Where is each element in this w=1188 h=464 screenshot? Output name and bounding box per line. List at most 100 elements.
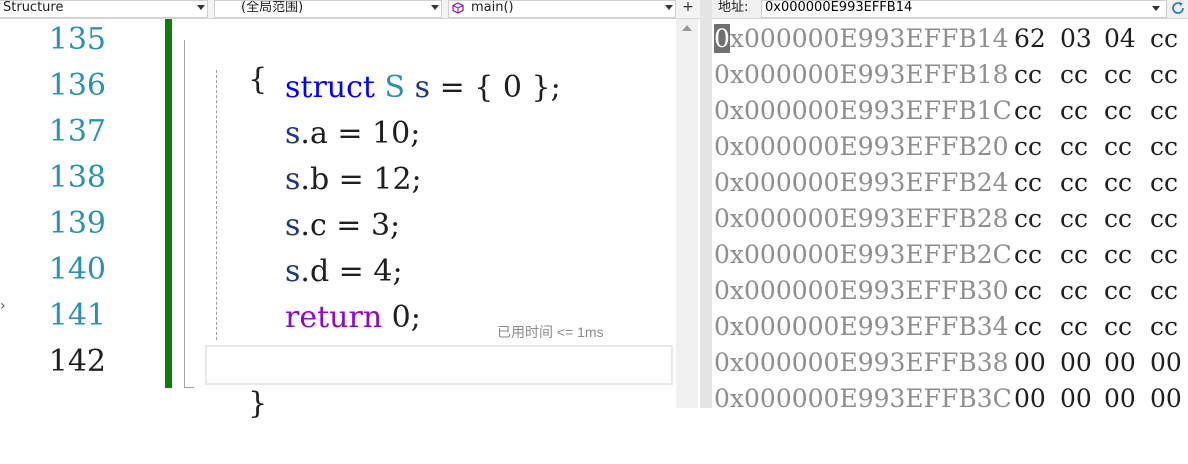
- memory-byte[interactable]: cc: [1150, 312, 1178, 341]
- memory-byte[interactable]: cc: [1104, 60, 1132, 89]
- chevron-down-icon: [665, 5, 673, 10]
- function-combo[interactable]: main(): [448, 0, 676, 18]
- chevron-down-icon: [431, 5, 439, 10]
- memory-byte[interactable]: cc: [1014, 204, 1042, 233]
- memory-byte[interactable]: cc: [1060, 276, 1088, 305]
- memory-byte[interactable]: cc: [1104, 276, 1132, 305]
- memory-byte[interactable]: cc: [1060, 96, 1088, 125]
- code-text: 0;: [382, 300, 421, 335]
- memory-byte[interactable]: 00: [1060, 384, 1092, 413]
- keyword-struct: struct: [285, 70, 375, 105]
- memory-byte[interactable]: cc: [1060, 204, 1088, 233]
- memory-byte[interactable]: cc: [1150, 132, 1178, 161]
- chevron-down-icon[interactable]: [1152, 6, 1160, 11]
- memory-row-address: 0x000000E993EFFB30: [714, 276, 1009, 305]
- memory-row-address: 0x000000E993EFFB38: [714, 348, 1009, 377]
- memory-byte[interactable]: cc: [1014, 240, 1042, 269]
- address-label: 地址:: [718, 0, 749, 15]
- memory-row-address-text: 0x000000E993EFFB28: [714, 204, 1009, 233]
- scope-combo-label: (全局范围): [241, 0, 304, 15]
- memory-byte[interactable]: cc: [1060, 168, 1088, 197]
- line-number: 136: [48, 68, 106, 103]
- line-number: 141: [48, 298, 106, 333]
- memory-byte[interactable]: cc: [1104, 132, 1132, 161]
- memory-row-address: 0x000000E993EFFB20: [714, 132, 1009, 161]
- memory-row-address-text: 0x000000E993EFFB38: [714, 348, 1009, 377]
- address-value: 0x000000E993EFFB14: [765, 0, 913, 15]
- code-line-137[interactable]: s.a = 10;: [285, 114, 420, 154]
- memory-byte[interactable]: 62: [1014, 24, 1046, 53]
- outline-fold-line[interactable]: [184, 40, 185, 388]
- memory-byte[interactable]: cc: [1060, 312, 1088, 341]
- chevron-down-icon: [197, 5, 205, 10]
- memory-byte[interactable]: cc: [1014, 60, 1042, 89]
- memory-window[interactable]: 地址: 0x000000E993EFFB14 0x000000E993EFFB1…: [712, 0, 1188, 413]
- collapse-arrow-icon[interactable]: ›: [0, 298, 6, 314]
- memory-row-address: 0x000000E993EFFB28: [714, 204, 1009, 233]
- method-cube-icon: [452, 2, 464, 14]
- memory-byte[interactable]: cc: [1150, 96, 1178, 125]
- memory-byte[interactable]: cc: [1060, 132, 1088, 161]
- memory-byte[interactable]: cc: [1104, 312, 1132, 341]
- code-line-142[interactable]: }: [210, 344, 267, 421]
- memory-byte[interactable]: cc: [1104, 96, 1132, 125]
- code-editor-pane[interactable]: Structure (全局范围) main() + › 135 136 137 …: [0, 0, 700, 421]
- memory-byte[interactable]: cc: [1104, 204, 1132, 233]
- memory-byte[interactable]: cc: [1014, 132, 1042, 161]
- memory-byte[interactable]: cc: [1060, 60, 1088, 89]
- memory-byte[interactable]: 00: [1014, 384, 1046, 413]
- vertical-scrollbar[interactable]: [676, 19, 698, 408]
- memory-byte[interactable]: cc: [1150, 60, 1178, 89]
- memory-row-address: 0x000000E993EFFB18: [714, 60, 1009, 89]
- scroll-up-arrow-icon[interactable]: [682, 25, 692, 31]
- code-line-136[interactable]: struct S s = { 0 };: [285, 68, 561, 108]
- line-number: 139: [48, 206, 106, 241]
- memory-row-address-text: x000000E993EFFB14: [729, 24, 1009, 53]
- memory-row-address-text: 0x000000E993EFFB3C: [714, 384, 1012, 413]
- memory-byte[interactable]: cc: [1104, 168, 1132, 197]
- refresh-icon[interactable]: [1170, 0, 1186, 16]
- memory-byte[interactable]: 00: [1014, 348, 1046, 377]
- memory-byte[interactable]: cc: [1014, 168, 1042, 197]
- code-text: = { 0 };: [430, 70, 561, 105]
- code-line-141[interactable]: return 0; 已用时间 <= 1ms: [285, 298, 604, 340]
- navigation-bar: Structure (全局范围) main() +: [0, 0, 700, 19]
- memory-row-address: 0x000000E993EFFB3C: [714, 384, 1012, 413]
- memory-row-address-text: 0x000000E993EFFB34: [714, 312, 1009, 341]
- code-line-140[interactable]: s.d = 4;: [285, 252, 403, 292]
- project-combo[interactable]: Structure: [0, 0, 208, 18]
- memory-byte[interactable]: 03: [1060, 24, 1092, 53]
- memory-byte[interactable]: cc: [1014, 312, 1042, 341]
- split-window-button[interactable]: +: [678, 0, 698, 16]
- memory-byte[interactable]: cc: [1150, 24, 1178, 53]
- memory-row-address-text: 0x000000E993EFFB30: [714, 276, 1009, 305]
- code-line-138[interactable]: s.b = 12;: [285, 160, 422, 200]
- memory-row-address-text: 0x000000E993EFFB24: [714, 168, 1009, 197]
- memory-row-address: 0x000000E993EFFB24: [714, 168, 1009, 197]
- pane-splitter[interactable]: [700, 0, 712, 408]
- memory-byte[interactable]: 00: [1150, 348, 1182, 377]
- address-input[interactable]: 0x000000E993EFFB14: [761, 0, 1167, 18]
- scope-combo[interactable]: (全局范围): [214, 0, 442, 18]
- memory-byte[interactable]: 00: [1104, 348, 1136, 377]
- memory-byte[interactable]: 04: [1104, 24, 1136, 53]
- close-brace: }: [248, 386, 268, 421]
- memory-byte[interactable]: cc: [1150, 204, 1178, 233]
- open-brace: {: [248, 62, 268, 97]
- memory-cursor-char[interactable]: 0: [714, 24, 730, 53]
- memory-byte[interactable]: cc: [1014, 276, 1042, 305]
- memory-byte[interactable]: cc: [1150, 276, 1178, 305]
- memory-byte[interactable]: cc: [1060, 240, 1088, 269]
- glyph-margin[interactable]: [0, 19, 10, 408]
- perf-tip-elapsed[interactable]: 已用时间 <= 1ms: [497, 312, 604, 352]
- memory-byte[interactable]: cc: [1150, 168, 1178, 197]
- code-line-139[interactable]: s.c = 3;: [285, 206, 400, 246]
- memory-byte[interactable]: cc: [1150, 240, 1178, 269]
- memory-row-address-text: 0x000000E993EFFB1C: [714, 96, 1012, 125]
- memory-byte[interactable]: 00: [1060, 348, 1092, 377]
- memory-byte[interactable]: cc: [1104, 240, 1132, 269]
- memory-byte[interactable]: cc: [1014, 96, 1042, 125]
- memory-byte[interactable]: 00: [1150, 384, 1182, 413]
- memory-byte[interactable]: 00: [1104, 384, 1136, 413]
- code-line-135[interactable]: {: [210, 20, 267, 97]
